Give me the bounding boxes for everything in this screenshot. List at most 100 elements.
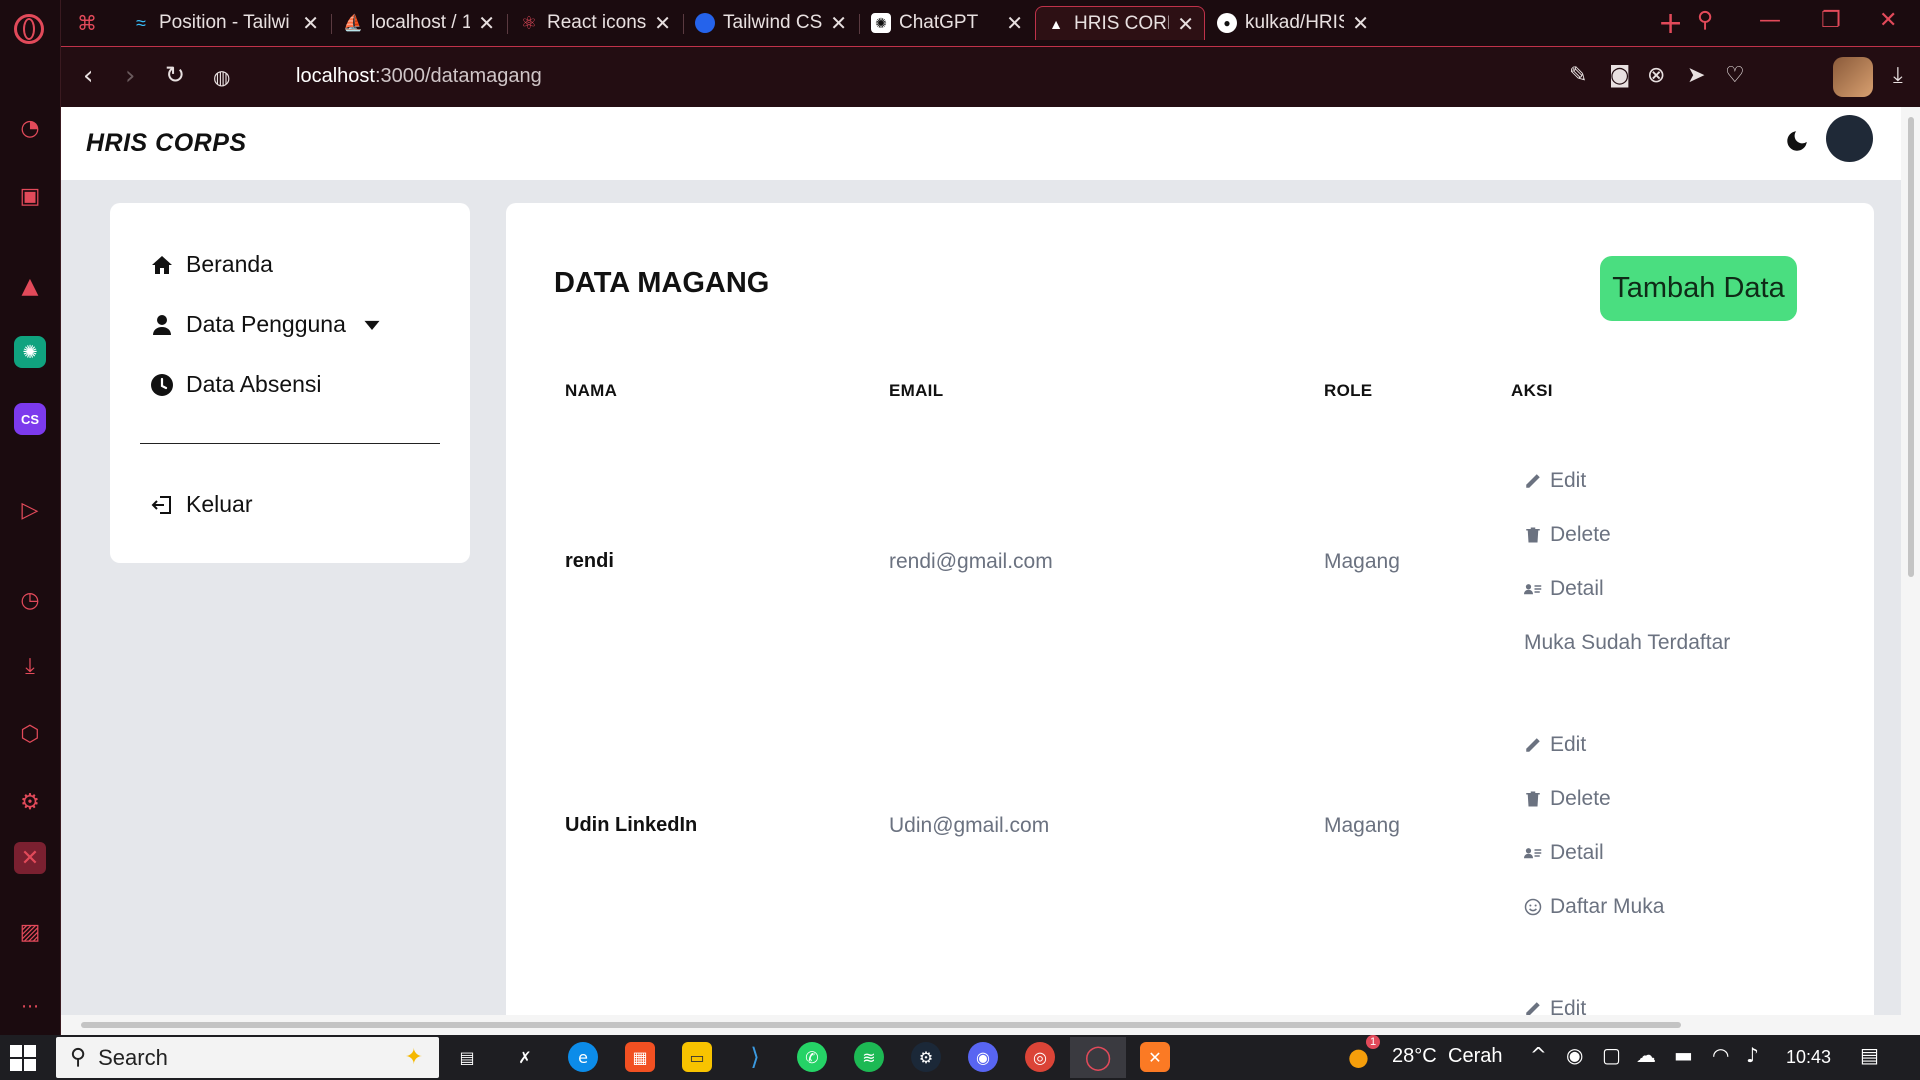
detail-button[interactable]: Detail (1524, 577, 1604, 601)
close-icon[interactable]: ✕ (830, 11, 847, 35)
weather-temperature[interactable]: 28°C (1392, 1045, 1437, 1068)
edit-page-icon[interactable]: ✎ (1569, 63, 1587, 88)
player-icon[interactable]: ▷ (14, 494, 46, 526)
new-tab-plus-icon[interactable]: + (1658, 6, 1683, 41)
cs-sidebar-icon[interactable]: CS (14, 403, 46, 435)
tab-search-icon[interactable]: ⚲ (1697, 8, 1713, 33)
record-icon[interactable]: ◉ (1566, 1043, 1583, 1067)
tab-github-hris[interactable]: ● kulkad/HRIS-Fro ✕ (1207, 6, 1379, 40)
dark-mode-moon-icon[interactable] (1784, 128, 1810, 154)
aria-icon[interactable]: ▲ (14, 270, 46, 302)
page-viewport: HRIS CORPS Beranda Data Pengguna Data Ab… (61, 107, 1901, 1015)
url-field[interactable]: localhost:3000/datamagang (296, 65, 542, 88)
tab-tailwind-css-card[interactable]: Tailwind CSS Car ✕ (685, 6, 857, 40)
vscode-icon[interactable]: ⟩ (740, 1042, 770, 1072)
close-icon[interactable]: ✕ (478, 11, 495, 35)
file-explorer-icon[interactable]: ▭ (682, 1042, 712, 1072)
logout-button[interactable]: Keluar (150, 491, 252, 518)
github-icon: ● (1217, 13, 1237, 33)
react-icon: ⚛ (520, 12, 538, 33)
edit-button[interactable]: Edit (1524, 733, 1586, 757)
more-icon[interactable]: ⋯ (14, 990, 46, 1022)
workspace-icon[interactable]: ⌘ (67, 6, 95, 40)
weather-description[interactable]: Cerah (1448, 1045, 1502, 1068)
steam-icon[interactable]: ⚙ (911, 1042, 941, 1072)
download-icon[interactable]: ⤓ (1893, 63, 1903, 88)
spotify-icon[interactable]: ≋ (854, 1042, 884, 1072)
close-icon[interactable]: ✕ (654, 11, 671, 35)
opera-taskbar-icon[interactable]: ◯ (1083, 1042, 1113, 1072)
settings-gear-icon[interactable]: ⚙ (14, 786, 46, 818)
user-avatar[interactable] (1826, 115, 1873, 162)
tools-icon[interactable]: ✕ (14, 842, 46, 874)
profile-avatar[interactable] (1833, 57, 1873, 97)
delete-button[interactable]: Delete (1524, 523, 1611, 547)
vertical-scrollbar[interactable] (1901, 107, 1920, 1015)
snapshot-camera-icon[interactable]: ◙ (1609, 63, 1630, 88)
opera-logo-icon[interactable] (14, 14, 44, 44)
history-icon[interactable]: ◷ (14, 584, 46, 616)
close-icon[interactable]: ✕ (1352, 11, 1369, 35)
minimize-icon[interactable]: — (1759, 8, 1781, 33)
discord-icon[interactable]: ◉ (968, 1042, 998, 1072)
tray-chevron-up-icon[interactable]: ^ (1530, 1043, 1547, 1067)
meet-icon[interactable]: ▢ (1602, 1043, 1621, 1067)
caret-down-icon[interactable] (362, 315, 382, 335)
terminal-app-icon[interactable]: ✗ (510, 1042, 540, 1072)
wifi-icon[interactable]: ◠ (1712, 1043, 1729, 1067)
volume-icon[interactable]: ♪ (1746, 1043, 1759, 1067)
adblock-icon[interactable]: ⊗ (1647, 63, 1665, 88)
chatgpt-sidebar-icon[interactable]: ✺ (14, 336, 46, 368)
register-face-button[interactable]: Daftar Muka (1524, 895, 1664, 919)
taskbar-search-box[interactable]: ⚲ Search ✦ (56, 1037, 439, 1078)
edit-button[interactable]: Edit (1524, 469, 1586, 493)
delete-button[interactable]: Delete (1524, 787, 1611, 811)
weather-sun-icon[interactable]: ● (1348, 1043, 1369, 1071)
address-bar: ‹ › ↻ ◍ localhost:3000/datamagang ✎ ◙ ⊗ … (61, 46, 1920, 107)
forward-arrow-icon[interactable]: › (125, 61, 135, 91)
detail-button[interactable]: Detail (1524, 841, 1604, 865)
windows-start-icon[interactable] (10, 1045, 36, 1071)
memory-chip-icon[interactable]: ▣ (14, 180, 46, 212)
close-icon[interactable]: ✕ (302, 11, 319, 35)
notifications-icon[interactable]: ▤ (1860, 1043, 1879, 1067)
chrome-icon[interactable]: ◎ (1025, 1042, 1055, 1072)
close-icon[interactable]: ✕ (1006, 11, 1023, 35)
page-title: DATA MAGANG (554, 267, 770, 299)
column-header-aksi: AKSI (1511, 381, 1553, 400)
tab-react-icons[interactable]: ⚛ React icons sear ✕ (509, 6, 681, 40)
close-icon[interactable]: ✕ (1177, 12, 1194, 36)
whatsapp-icon[interactable]: ✆ (797, 1042, 827, 1072)
window-close-icon[interactable]: ✕ (1879, 8, 1897, 33)
back-arrow-icon[interactable]: ‹ (83, 61, 93, 91)
extensions-cube-icon[interactable]: ⬡ (14, 718, 46, 750)
face-registered-status: Muka Sudah Terdaftar (1524, 631, 1731, 654)
favorites-heart-icon[interactable]: ♡ (1725, 63, 1745, 88)
xampp-icon[interactable]: ✕ (1140, 1042, 1170, 1072)
speed-dial-icon[interactable]: ◔ (14, 112, 46, 144)
gallery-icon[interactable]: ▨ (14, 916, 46, 948)
edit-button[interactable]: Edit (1524, 997, 1586, 1015)
task-view-icon[interactable]: ▤ (452, 1042, 482, 1072)
send-icon[interactable]: ➤ (1687, 63, 1705, 88)
store-icon[interactable]: ▦ (625, 1042, 655, 1072)
taskbar-clock[interactable]: 10:43 (1786, 1047, 1831, 1068)
battery-icon[interactable]: ▬ (1674, 1043, 1693, 1067)
chatgpt-icon: ✺ (871, 13, 891, 33)
sidebar-item-data-pengguna[interactable]: Data Pengguna (150, 311, 382, 338)
tab-chatgpt[interactable]: ✺ ChatGPT ✕ (861, 6, 1033, 40)
restore-icon[interactable]: ❐ (1821, 8, 1841, 33)
horizontal-scrollbar[interactable] (61, 1015, 1920, 1035)
reload-icon[interactable]: ↻ (165, 61, 185, 89)
edge-icon[interactable]: e (568, 1042, 598, 1072)
add-data-button[interactable]: Tambah Data (1600, 256, 1797, 321)
tab-position-tailwind[interactable]: ≈ Position - Tailwi ✕ (121, 6, 329, 40)
sidebar-item-data-absensi[interactable]: Data Absensi (150, 371, 322, 398)
tab-hris-corps[interactable]: ▲ HRIS CORPS ✕ (1035, 6, 1205, 40)
tab-localhost-phpmyadmin[interactable]: ⛵ localhost / 127.0 ✕ (333, 6, 505, 40)
cloud-icon[interactable]: ☁ (1636, 1043, 1656, 1067)
search-icon: ⚲ (70, 1045, 87, 1070)
sidebar-item-beranda[interactable]: Beranda (150, 251, 273, 278)
windows-taskbar: ⚲ Search ✦ ▤ ✗ e ▦ ▭ ⟩ ✆ ≋ ⚙ ◉ ◎ ◯ ✕ ● 1… (0, 1035, 1920, 1080)
downloads-icon[interactable]: ⤓ (14, 650, 46, 682)
